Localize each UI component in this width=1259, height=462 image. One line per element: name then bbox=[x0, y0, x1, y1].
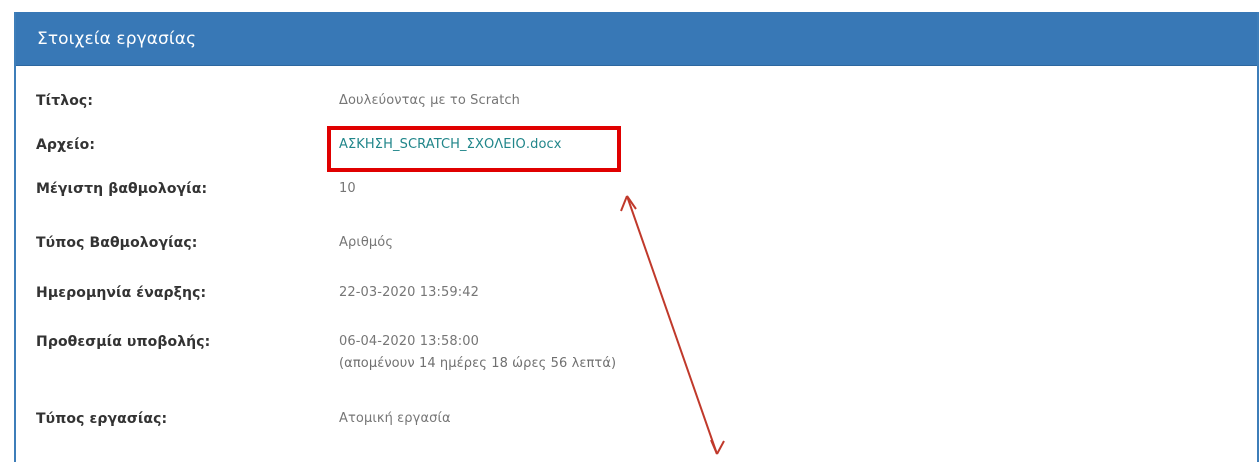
start-date-value: 22-03-2020 13:59:42 bbox=[339, 285, 479, 300]
max-grade-value: 10 bbox=[339, 181, 356, 196]
detail-row-deadline: Προθεσμία υποβολής: 06-04-2020 13:58:00 … bbox=[16, 333, 1257, 381]
grade-type-label: Τύπος Βαθμολογίας: bbox=[36, 235, 198, 251]
panel-header: Στοιχεία εργασίας bbox=[16, 12, 1257, 66]
max-grade-label: Μέγιστη βαθμολογία: bbox=[36, 181, 208, 197]
detail-row-title: Τίτλος: Δουλεύοντας με το Scratch bbox=[16, 92, 1257, 120]
start-date-label: Ημερομηνία έναρξης: bbox=[36, 285, 207, 301]
assignment-type-label: Τύπος εργασίας: bbox=[36, 411, 168, 427]
assignment-details-panel: Στοιχεία εργασίας Τίτλος: Δουλεύοντας με… bbox=[14, 12, 1259, 462]
title-value: Δουλεύοντας με το Scratch bbox=[339, 93, 521, 108]
screenshot-stage: Στοιχεία εργασίας Τίτλος: Δουλεύοντας με… bbox=[0, 0, 1259, 462]
deadline-remaining: (απομένουν 14 ημέρες 18 ώρες 56 λεπτά) bbox=[339, 356, 617, 371]
detail-row-file: Αρχείο: ΑΣΚΗΣΗ_SCRATCH_ΣΧΟΛΕΙΟ.docx bbox=[16, 136, 1257, 164]
file-highlight-box bbox=[327, 126, 621, 172]
grade-type-value: Αριθμός bbox=[339, 235, 394, 250]
title-label: Τίτλος: bbox=[36, 93, 94, 109]
assignment-type-value: Ατομική εργασία bbox=[339, 411, 451, 426]
detail-row-assignment-type: Τύπος εργασίας: Ατομική εργασία bbox=[16, 410, 1257, 438]
panel-title: Στοιχεία εργασίας bbox=[37, 29, 197, 49]
deadline-value: 06-04-2020 13:58:00 bbox=[339, 334, 479, 349]
file-label: Αρχείο: bbox=[36, 137, 96, 153]
detail-row-max-grade: Μέγιστη βαθμολογία: 10 bbox=[16, 180, 1257, 208]
detail-row-start-date: Ημερομηνία έναρξης: 22-03-2020 13:59:42 bbox=[16, 284, 1257, 312]
detail-row-grade-type: Τύπος Βαθμολογίας: Αριθμός bbox=[16, 234, 1257, 262]
deadline-label: Προθεσμία υποβολής: bbox=[36, 334, 211, 350]
